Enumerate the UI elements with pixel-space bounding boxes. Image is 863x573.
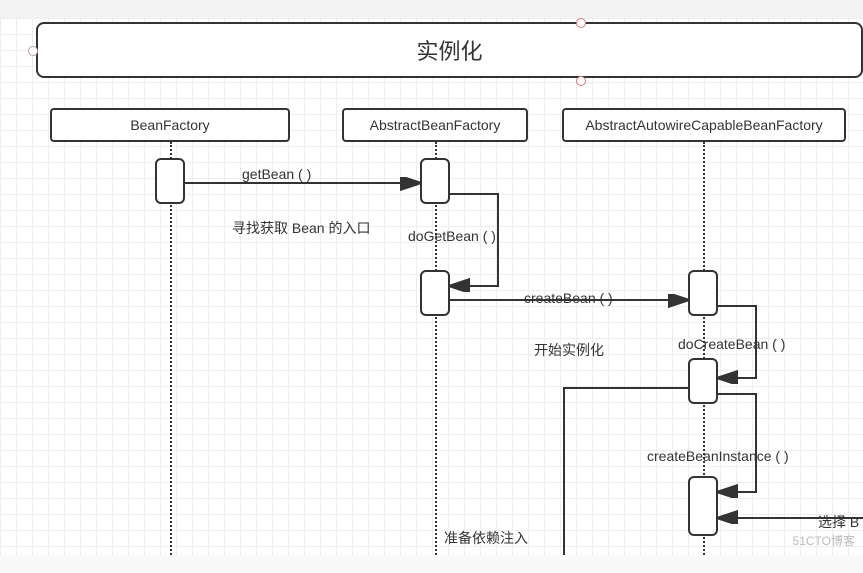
msg-getbean: getBean ( ) bbox=[242, 166, 311, 182]
participant-abstractautowirecapablebeanfactory[interactable]: AbstractAutowireCapableBeanFactory bbox=[562, 108, 846, 142]
title-text: 实例化 bbox=[416, 34, 482, 66]
selection-handle-left[interactable] bbox=[28, 46, 38, 56]
note-di: 准备依赖注入 bbox=[444, 528, 528, 548]
msg-docreatebean: doCreateBean ( ) bbox=[678, 336, 785, 352]
participant-abstractbeanfactory[interactable]: AbstractBeanFactory bbox=[342, 108, 528, 142]
participant-label: BeanFactory bbox=[130, 117, 209, 133]
note-instantiate: 开始实例化 bbox=[534, 340, 604, 360]
activation-p2-1[interactable] bbox=[420, 158, 450, 204]
msg-createbean: createBean ( ) bbox=[524, 290, 613, 306]
selection-handle-bottom[interactable] bbox=[576, 76, 586, 86]
activation-p3-1[interactable] bbox=[688, 270, 718, 316]
participant-label: AbstractAutowireCapableBeanFactory bbox=[585, 117, 822, 133]
title-box[interactable]: 实例化 bbox=[36, 22, 863, 78]
participant-label: AbstractBeanFactory bbox=[370, 117, 501, 133]
activation-p3-3[interactable] bbox=[688, 476, 718, 536]
watermark: 51CTO博客 bbox=[793, 532, 855, 549]
note-select: 选择 B bbox=[818, 512, 859, 532]
msg-dogetbean: doGetBean ( ) bbox=[408, 228, 496, 244]
ruler-bar bbox=[0, 0, 863, 19]
activation-p3-2[interactable] bbox=[688, 358, 718, 404]
msg-createbeaninstance: createBeanInstance ( ) bbox=[647, 448, 789, 464]
selection-handle-top[interactable] bbox=[576, 18, 586, 28]
activation-p1-1[interactable] bbox=[155, 158, 185, 204]
activation-p2-2[interactable] bbox=[420, 270, 450, 316]
participant-beanfactory[interactable]: BeanFactory bbox=[50, 108, 290, 142]
diagram-canvas[interactable]: 实例化 BeanFactory AbstractBeanFactory Abst… bbox=[0, 18, 863, 555]
note-entry: 寻找获取 Bean 的入口 bbox=[232, 218, 370, 238]
